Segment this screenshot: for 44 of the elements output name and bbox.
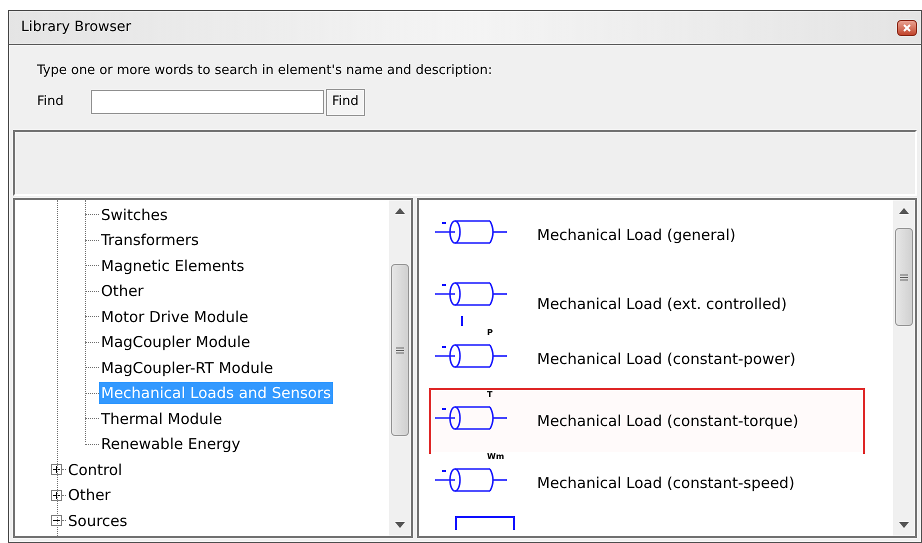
tree-item[interactable]: Transformers [99,229,201,252]
tree-item[interactable]: Other [99,280,146,302]
tree-item[interactable]: MagCoupler Module [99,331,252,354]
scroll-up-icon[interactable] [899,208,909,214]
element-item[interactable]: T Mechanical Load (constant-torque) [431,390,863,452]
find-field[interactable] [91,90,324,114]
block-symbol-icon [455,516,515,530]
search-instructions: Type one or more words to search in element's name and description: [37,62,494,80]
scroll-down-icon[interactable] [899,522,909,528]
find-button[interactable]: Find [326,88,365,116]
window-title: Library Browser [21,18,132,37]
find-label: Find [37,93,65,112]
symbol-label: T [487,390,492,400]
load-symbol-icon [435,280,509,328]
expand-icon[interactable] [51,464,62,476]
element-name: Mechanical Load (ext. controlled) [537,294,787,315]
close-icon [903,24,911,32]
tree-item[interactable]: Motor Drive Module [99,306,250,328]
collapse-icon[interactable] [51,515,62,526]
scrollbar[interactable] [893,200,915,536]
scrollbar[interactable] [389,200,411,536]
scroll-down-icon[interactable] [395,522,405,528]
tree-item[interactable]: Other [66,484,113,506]
scrollbar-thumb[interactable] [895,228,913,326]
tree-item[interactable]: Renewable Energy [99,433,242,456]
grip-icon [396,347,404,354]
tree-item[interactable]: Sources [66,510,130,532]
element-item[interactable]: P Mechanical Load (constant-power) [431,328,863,390]
tree-item[interactable]: Switches [99,204,170,226]
tree-item[interactable]: Control [66,458,124,481]
scroll-up-icon[interactable] [395,208,405,214]
symbol-label: P [487,328,493,338]
tree-item[interactable]: Magnetic Elements [99,254,246,277]
grip-icon [900,274,908,281]
scrollbar-thumb[interactable] [391,264,409,436]
symbol-label: Wm [487,452,504,462]
expand-icon[interactable] [51,490,62,501]
tree-item[interactable]: MagCoupler-RT Module [99,356,276,379]
tree-item[interactable]: Thermal Module [99,408,224,430]
element-name: Mechanical Load (constant-power) [537,348,796,370]
element-name: Mechanical Load (general) [537,224,736,246]
close-button[interactable] [897,20,917,36]
element-name: Mechanical Load (constant-torque) [537,410,798,432]
element-name: Mechanical Load (constant-speed) [537,472,795,494]
